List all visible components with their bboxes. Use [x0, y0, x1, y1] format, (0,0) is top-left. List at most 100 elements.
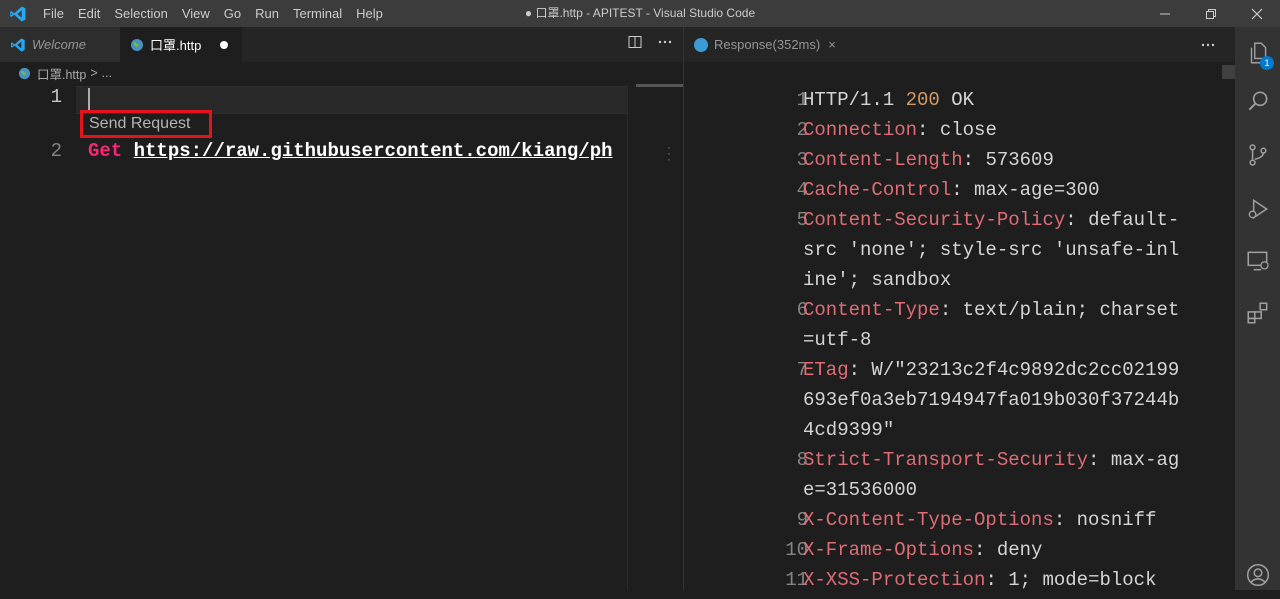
tab-http-file[interactable]: 口罩.http [120, 27, 242, 62]
response-line: ine'; sandbox [684, 265, 1224, 295]
explorer-button[interactable]: 1 [1235, 29, 1280, 77]
left-editor-group: Welcome 口罩.http 口罩.http > ... 1 Send Req… [0, 27, 684, 590]
header-separator: : [974, 539, 997, 561]
editor-tab-bar: Welcome 口罩.http [0, 27, 683, 62]
header-separator: : [985, 569, 1009, 590]
response-line: 8 Strict-Transport-Security: max-ag [684, 445, 1224, 475]
menu-help[interactable]: Help [349, 0, 390, 27]
response-line: 4 Cache-Control: max-age=300 [684, 175, 1224, 205]
ellipsis-icon [658, 40, 672, 44]
header-separator: : [951, 179, 975, 201]
extensions-button[interactable] [1235, 289, 1280, 337]
tab-response[interactable]: Response(352ms) × [684, 27, 844, 62]
header-value: nosniff [1076, 509, 1157, 531]
ellipsis-icon [1201, 43, 1215, 46]
run-debug-icon [1248, 198, 1268, 220]
response-more-actions-button[interactable] [1200, 27, 1216, 62]
response-editor-group: Response(352ms) × 1 HTTP/1.1 200 OK 2 Conne… [683, 27, 1236, 590]
search-button[interactable] [1235, 77, 1280, 125]
minimize-button[interactable] [1142, 0, 1188, 27]
remote-explorer-button[interactable] [1235, 237, 1280, 285]
close-icon [1251, 8, 1263, 19]
response-line: 10 X-Frame-Options: deny [684, 535, 1224, 565]
run-debug-button[interactable] [1235, 185, 1280, 233]
search-icon [1248, 91, 1267, 111]
sash-handle-icon[interactable]: · · · [667, 141, 671, 165]
header-value: HTTP/1.1 [803, 89, 906, 111]
response-line: e=31536000 [684, 475, 1224, 505]
header-name: Content-Security-Policy [803, 209, 1066, 231]
menu-edit[interactable]: Edit [71, 0, 107, 27]
response-line: =utf-8 [684, 325, 1224, 355]
editor-actions [627, 27, 673, 62]
menu-run[interactable]: Run [248, 0, 286, 27]
accounts-button[interactable] [1235, 551, 1280, 599]
line-number: 1 [50, 86, 62, 108]
request-line[interactable]: Get https://raw.githubusercontent.com/ki… [88, 140, 627, 162]
status-code: 200 [905, 89, 940, 111]
header-name: Strict-Transport-Security [803, 449, 1089, 471]
header-value: e=31536000 [803, 479, 918, 501]
title-bar: File Edit Selection View Go Run Terminal… [0, 0, 1280, 27]
response-line-text: 693ef0a3eb7194947fa019b030f37244b [803, 385, 1179, 415]
tab-welcome[interactable]: Welcome [0, 27, 120, 62]
tab-label: Welcome [32, 37, 86, 52]
line-number: 9 [796, 509, 808, 531]
minimap[interactable]: · · · [627, 84, 684, 590]
more-actions-button[interactable] [657, 34, 673, 55]
response-line-text: Content-Length: 573609 [803, 145, 1054, 175]
response-tab-bar: Response(352ms) × [684, 27, 1236, 62]
response-line: 4cd9399" [684, 415, 1224, 445]
response-icon [694, 37, 708, 52]
menu-selection[interactable]: Selection [107, 0, 174, 27]
close-window-button[interactable] [1234, 0, 1280, 27]
breadcrumb-separator: > [90, 66, 98, 80]
menu-go[interactable]: Go [217, 0, 248, 27]
breadcrumb-rest[interactable]: ... [102, 66, 112, 80]
response-line: 6 Content-Type: text/plain; charset [684, 295, 1224, 325]
header-name: X-Content-Type-Options [803, 509, 1054, 531]
menu-view[interactable]: View [175, 0, 217, 27]
minimap-slider[interactable] [636, 84, 684, 87]
menu-file[interactable]: File [36, 0, 71, 27]
close-tab-icon[interactable]: × [828, 37, 836, 52]
menu-terminal[interactable]: Terminal [286, 0, 349, 27]
response-line-text: =utf-8 [803, 325, 871, 355]
header-separator: : [917, 119, 940, 141]
split-editor-button[interactable] [627, 34, 643, 55]
scrollbar-thumb[interactable] [1222, 65, 1236, 79]
header-value: ine'; sandbox [803, 269, 952, 291]
header-value: 693ef0a3eb7194947fa019b030f37244b [803, 389, 1180, 411]
response-line-text: X-Frame-Options: deny [803, 535, 1042, 565]
tab-label: 口罩.http [150, 38, 202, 53]
response-line: 2 Connection: close [684, 115, 1224, 145]
line-number: 2 [50, 140, 62, 162]
response-line-text: HTTP/1.1 200 OK [803, 85, 974, 115]
response-viewer[interactable]: 1 HTTP/1.1 200 OK 2 Connection: close 3 Conte… [684, 62, 1236, 590]
line-number: 10 [785, 539, 808, 561]
header-separator: : [962, 149, 986, 171]
response-line: 7 ETag: W/"23213c2f4c9892dc2cc02199 [684, 355, 1224, 385]
unsaved-dot-icon[interactable] [220, 41, 228, 49]
restore-button[interactable] [1188, 0, 1234, 27]
request-url[interactable]: https://raw.githubusercontent.com/kiang/… [134, 140, 613, 162]
breadcrumb-file[interactable]: 口罩.http [37, 64, 86, 83]
source-control-button[interactable] [1235, 131, 1280, 179]
account-icon [1246, 563, 1269, 587]
response-line-text: X-Content-Type-Options: nosniff [803, 505, 1156, 535]
code-editor[interactable]: 1 Send Request 2 Get https://raw.githubu… [0, 84, 627, 590]
activity-bar: 1 [1235, 27, 1280, 590]
header-name: ETag [803, 359, 849, 381]
response-line-text: e=31536000 [803, 475, 917, 505]
header-value: =utf-8 [803, 329, 872, 351]
window-controls [1142, 0, 1280, 27]
send-request-codelens[interactable]: Send Request [80, 110, 212, 138]
line-number: 4 [796, 179, 808, 201]
explorer-badge: 1 [1260, 56, 1274, 70]
line-number: 8 [796, 449, 808, 471]
response-line: 693ef0a3eb7194947fa019b030f37244b [684, 385, 1224, 415]
line-number: 2 [796, 119, 808, 141]
response-line-text: Strict-Transport-Security: max-ag [803, 445, 1179, 475]
header-name: Cache-Control [803, 179, 952, 201]
response-line-text: Cache-Control: max-age=300 [803, 175, 1099, 205]
